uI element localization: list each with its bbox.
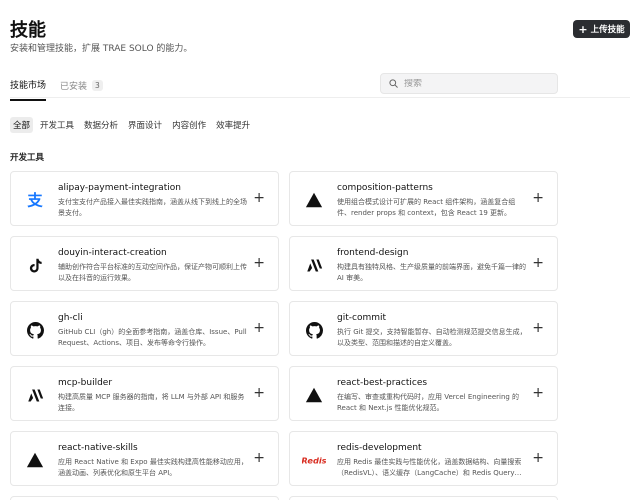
skill-card-partial[interactable] bbox=[10, 496, 279, 500]
anthropic-icon bbox=[305, 256, 323, 274]
redis-logo-text: Redis bbox=[302, 455, 326, 465]
skill-card[interactable]: douyin-interact-creation 辅助创作符合平台标准的互动空间… bbox=[10, 236, 279, 291]
plus-icon: + bbox=[578, 22, 588, 36]
skill-name: alipay-payment-integration bbox=[58, 183, 181, 193]
svg-text:支: 支 bbox=[27, 191, 43, 209]
add-skill-button[interactable]: + bbox=[253, 256, 265, 270]
skill-name: react-native-skills bbox=[58, 443, 138, 453]
tab-label: 技能市场 bbox=[10, 81, 47, 91]
add-skill-button[interactable]: + bbox=[253, 191, 265, 205]
skill-name: frontend-design bbox=[337, 248, 409, 258]
redis-icon: Redis bbox=[302, 451, 326, 469]
upload-skill-label: 上传技能 bbox=[590, 25, 625, 35]
skill-card[interactable]: react-best-practices 在编写、审查或重构代码时，应用 Ver… bbox=[289, 366, 558, 421]
vercel-triangle-icon bbox=[305, 191, 323, 209]
search-icon bbox=[389, 79, 398, 88]
filter-all[interactable]: 全部 bbox=[10, 117, 34, 133]
skill-description: GitHub CLI（gh）的全面参考指南，涵盖仓库、Issue、Pull Re… bbox=[58, 328, 247, 347]
search-input[interactable] bbox=[404, 78, 544, 89]
skill-description: 构建高质量 MCP 服务器的指南，将 LLM 与外部 API 和服务连接。 bbox=[58, 393, 245, 412]
skill-description: 构建具有独特风格、生产级质量的前端界面，避免千篇一律的 AI 审美。 bbox=[337, 263, 526, 282]
filter-dev-tools[interactable]: 开发工具 bbox=[37, 117, 77, 133]
skill-name: git-commit bbox=[337, 313, 387, 323]
skill-card[interactable]: git-commit 执行 Git 提交，支持智能暂存、自动检测规范提交信息生成… bbox=[289, 301, 558, 356]
page-subtitle: 安装和管理技能，扩展 TRAE SOLO 的能力。 bbox=[10, 44, 193, 54]
add-skill-button[interactable]: + bbox=[253, 386, 265, 400]
skill-name: douyin-interact-creation bbox=[58, 248, 167, 258]
skill-description: 应用 React Native 和 Expo 最佳实践构建高性能移动应用，涵盖动… bbox=[58, 458, 248, 477]
add-skill-button[interactable]: + bbox=[532, 451, 544, 465]
skill-name: react-best-practices bbox=[337, 378, 428, 388]
add-skill-button[interactable]: + bbox=[532, 256, 544, 270]
skill-description: 应用 Redis 最佳实践与性能优化，涵盖数据结构、向量搜索（RedisVL）、… bbox=[337, 458, 522, 477]
skill-description: 使用组合模式设计可扩展的 React 组件架构，涵盖复合组件、render pr… bbox=[337, 198, 516, 217]
skill-card[interactable]: Redis redis-development 应用 Redis 最佳实践与性能… bbox=[289, 431, 558, 486]
tab-label: 已安装 bbox=[60, 82, 88, 92]
upload-skill-button[interactable]: + 上传技能 bbox=[573, 20, 630, 38]
filter-content-creation[interactable]: 内容创作 bbox=[169, 117, 209, 133]
skill-name: composition-patterns bbox=[337, 183, 433, 193]
add-skill-button[interactable]: + bbox=[253, 451, 265, 465]
filter-data-analysis[interactable]: 数据分析 bbox=[81, 117, 121, 133]
skill-card[interactable]: gh-cli GitHub CLI（gh）的全面参考指南，涵盖仓库、Issue、… bbox=[10, 301, 279, 356]
filter-productivity[interactable]: 效率提升 bbox=[213, 117, 253, 133]
skill-name: gh-cli bbox=[58, 313, 83, 323]
skill-description: 执行 Git 提交，支持智能暂存、自动检测规范提交信息生成，以及类型、范围和描述… bbox=[337, 328, 527, 347]
installed-count-badge: 3 bbox=[92, 80, 103, 91]
add-skill-button[interactable]: + bbox=[253, 321, 265, 335]
anthropic-icon bbox=[26, 386, 44, 404]
skill-card[interactable]: 支 alipay-payment-integration 支付宝支付产品接入最佳… bbox=[10, 171, 279, 226]
skill-card-partial[interactable] bbox=[289, 496, 558, 500]
skill-card[interactable]: composition-patterns 使用组合模式设计可扩展的 React … bbox=[289, 171, 558, 226]
github-icon bbox=[26, 321, 44, 339]
vercel-triangle-icon bbox=[26, 451, 44, 469]
add-skill-button[interactable]: + bbox=[532, 191, 544, 205]
skill-card[interactable]: frontend-design 构建具有独特风格、生产级质量的前端界面，避免千篇… bbox=[289, 236, 558, 291]
github-icon bbox=[305, 321, 323, 339]
skill-card[interactable]: mcp-builder 构建高质量 MCP 服务器的指南，将 LLM 与外部 A… bbox=[10, 366, 279, 421]
add-skill-button[interactable]: + bbox=[532, 386, 544, 400]
skill-description: 辅助创作符合平台标准的互动空间作品，保证产物可顺利上传以及在抖音的运行效果。 bbox=[58, 263, 247, 282]
tiktok-icon bbox=[26, 256, 44, 274]
category-filters: 全部 开发工具 数据分析 界面设计 内容创作 效率提升 bbox=[10, 117, 253, 133]
search-box[interactable] bbox=[380, 73, 558, 94]
filter-ui-design[interactable]: 界面设计 bbox=[125, 117, 165, 133]
tabs-divider bbox=[10, 97, 630, 98]
skill-card[interactable]: react-native-skills 应用 React Native 和 Ex… bbox=[10, 431, 279, 486]
alipay-icon: 支 bbox=[26, 191, 44, 209]
vercel-triangle-icon bbox=[305, 386, 323, 404]
section-title: 开发工具 bbox=[10, 153, 45, 163]
add-skill-button[interactable]: + bbox=[532, 321, 544, 335]
skill-name: mcp-builder bbox=[58, 378, 113, 388]
skill-name: redis-development bbox=[337, 443, 422, 453]
skill-description: 在编写、审查或重构代码时，应用 Vercel Engineering 的 Rea… bbox=[337, 393, 520, 412]
page-title: 技能 bbox=[10, 20, 46, 41]
skill-description: 支付宝支付产品接入最佳实践指南，涵盖从线下到线上的全场景支付。 bbox=[58, 198, 247, 217]
